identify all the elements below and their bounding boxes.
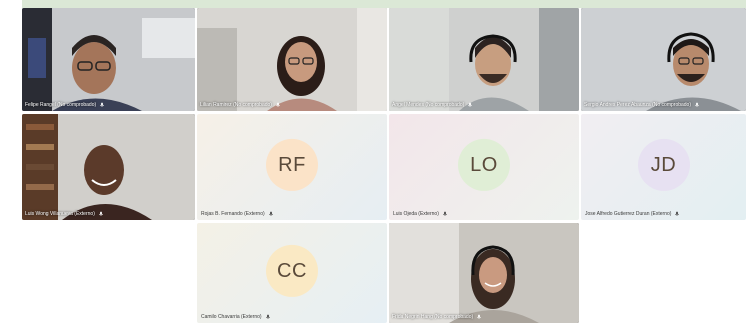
participant-tile-0[interactable]: Felipe Rangel (No comprobado) bbox=[22, 8, 195, 111]
participant-name: Frida Negrin Hang (No comprobado) bbox=[392, 313, 474, 320]
participant-avatar: LO bbox=[458, 138, 510, 191]
participant-name-bar: Frida Negrin Hang (No comprobado) bbox=[392, 312, 482, 321]
participant-grid: Felipe Rangel (No comprobado) Lilian Ram… bbox=[22, 8, 746, 323]
participant-name-bar: Sergio Andres Perez Abaunza (No comproba… bbox=[584, 100, 700, 109]
microphone-icon bbox=[477, 314, 482, 318]
participant-name-bar: Rojas B. Fernando (Externo) bbox=[201, 211, 274, 217]
participant-tile-6[interactable]: LO Luis Ojeda (Externo) bbox=[389, 114, 579, 220]
participant-name: Angel Mendes (No comprobado) bbox=[392, 101, 465, 108]
microphone-icon bbox=[98, 211, 103, 215]
participant-name-bar: Camilo Chavarria (Externo) bbox=[201, 314, 271, 320]
participant-tile-4[interactable]: Luis Wong Villanueva (Externo) bbox=[22, 114, 195, 220]
participant-tile-5[interactable]: RF Rojas B. Fernando (Externo) bbox=[197, 114, 387, 220]
microphone-icon bbox=[675, 211, 680, 216]
participant-avatar: RF bbox=[266, 138, 318, 191]
microphone-icon bbox=[468, 102, 473, 106]
video-feed bbox=[197, 8, 387, 111]
microphone-icon bbox=[694, 102, 700, 106]
video-feed bbox=[389, 8, 579, 111]
participant-name: Luis Ojeda (Externo) bbox=[393, 211, 439, 217]
participant-name-bar: Angel Mendes (No comprobado) bbox=[392, 100, 473, 109]
video-feed bbox=[22, 8, 195, 111]
video-feed bbox=[22, 114, 195, 220]
participant-name: Jose Alfredo Gutierrez Duran (Externo) bbox=[585, 211, 672, 217]
microphone-icon bbox=[265, 314, 270, 319]
participant-name-bar: Felipe Rangel (No comprobado) bbox=[25, 100, 105, 109]
participant-tile-3[interactable]: Sergio Andres Perez Abaunza (No comproba… bbox=[581, 8, 746, 111]
participant-name-bar: Lilian Ramirez (No comprobado) bbox=[200, 100, 281, 109]
avatar-initials: JD bbox=[650, 153, 677, 176]
avatar-initials: CC bbox=[277, 259, 307, 282]
microphone-icon bbox=[100, 102, 105, 106]
participant-name: Lilian Ramirez (No comprobado) bbox=[200, 101, 272, 108]
participant-name-bar: Jose Alfredo Gutierrez Duran (Externo) bbox=[585, 211, 680, 217]
microphone-icon bbox=[268, 211, 273, 216]
participant-tile-9[interactable]: Frida Negrin Hang (No comprobado) bbox=[389, 223, 579, 323]
participant-tile-8[interactable]: CC Camilo Chavarria (Externo) bbox=[197, 223, 387, 323]
participant-name: Rojas B. Fernando (Externo) bbox=[201, 211, 265, 217]
avatar-initials: RF bbox=[278, 153, 306, 176]
participant-name: Sergio Andres Perez Abaunza (No comproba… bbox=[584, 101, 692, 108]
avatar-initials: LO bbox=[470, 153, 498, 176]
video-feed bbox=[581, 8, 746, 111]
microphone-icon bbox=[442, 211, 447, 216]
participant-tile-2[interactable]: Angel Mendes (No comprobado) bbox=[389, 8, 579, 111]
microphone-icon bbox=[275, 102, 281, 106]
top-bar bbox=[22, 0, 746, 8]
participant-name-bar: Luis Ojeda (Externo) bbox=[393, 211, 448, 217]
participant-tile-1[interactable]: Lilian Ramirez (No comprobado) bbox=[197, 8, 387, 111]
participant-avatar: CC bbox=[266, 244, 318, 297]
participant-name: Camilo Chavarria (Externo) bbox=[201, 314, 262, 320]
video-feed bbox=[389, 223, 579, 323]
participant-name: Luis Wong Villanueva (Externo) bbox=[25, 210, 95, 217]
participant-name: Felipe Rangel (No comprobado) bbox=[25, 101, 97, 108]
participant-avatar: JD bbox=[637, 138, 690, 191]
participant-tile-7[interactable]: JD Jose Alfredo Gutierrez Duran (Externo… bbox=[581, 114, 746, 220]
participant-name-bar: Luis Wong Villanueva (Externo) bbox=[25, 209, 104, 218]
